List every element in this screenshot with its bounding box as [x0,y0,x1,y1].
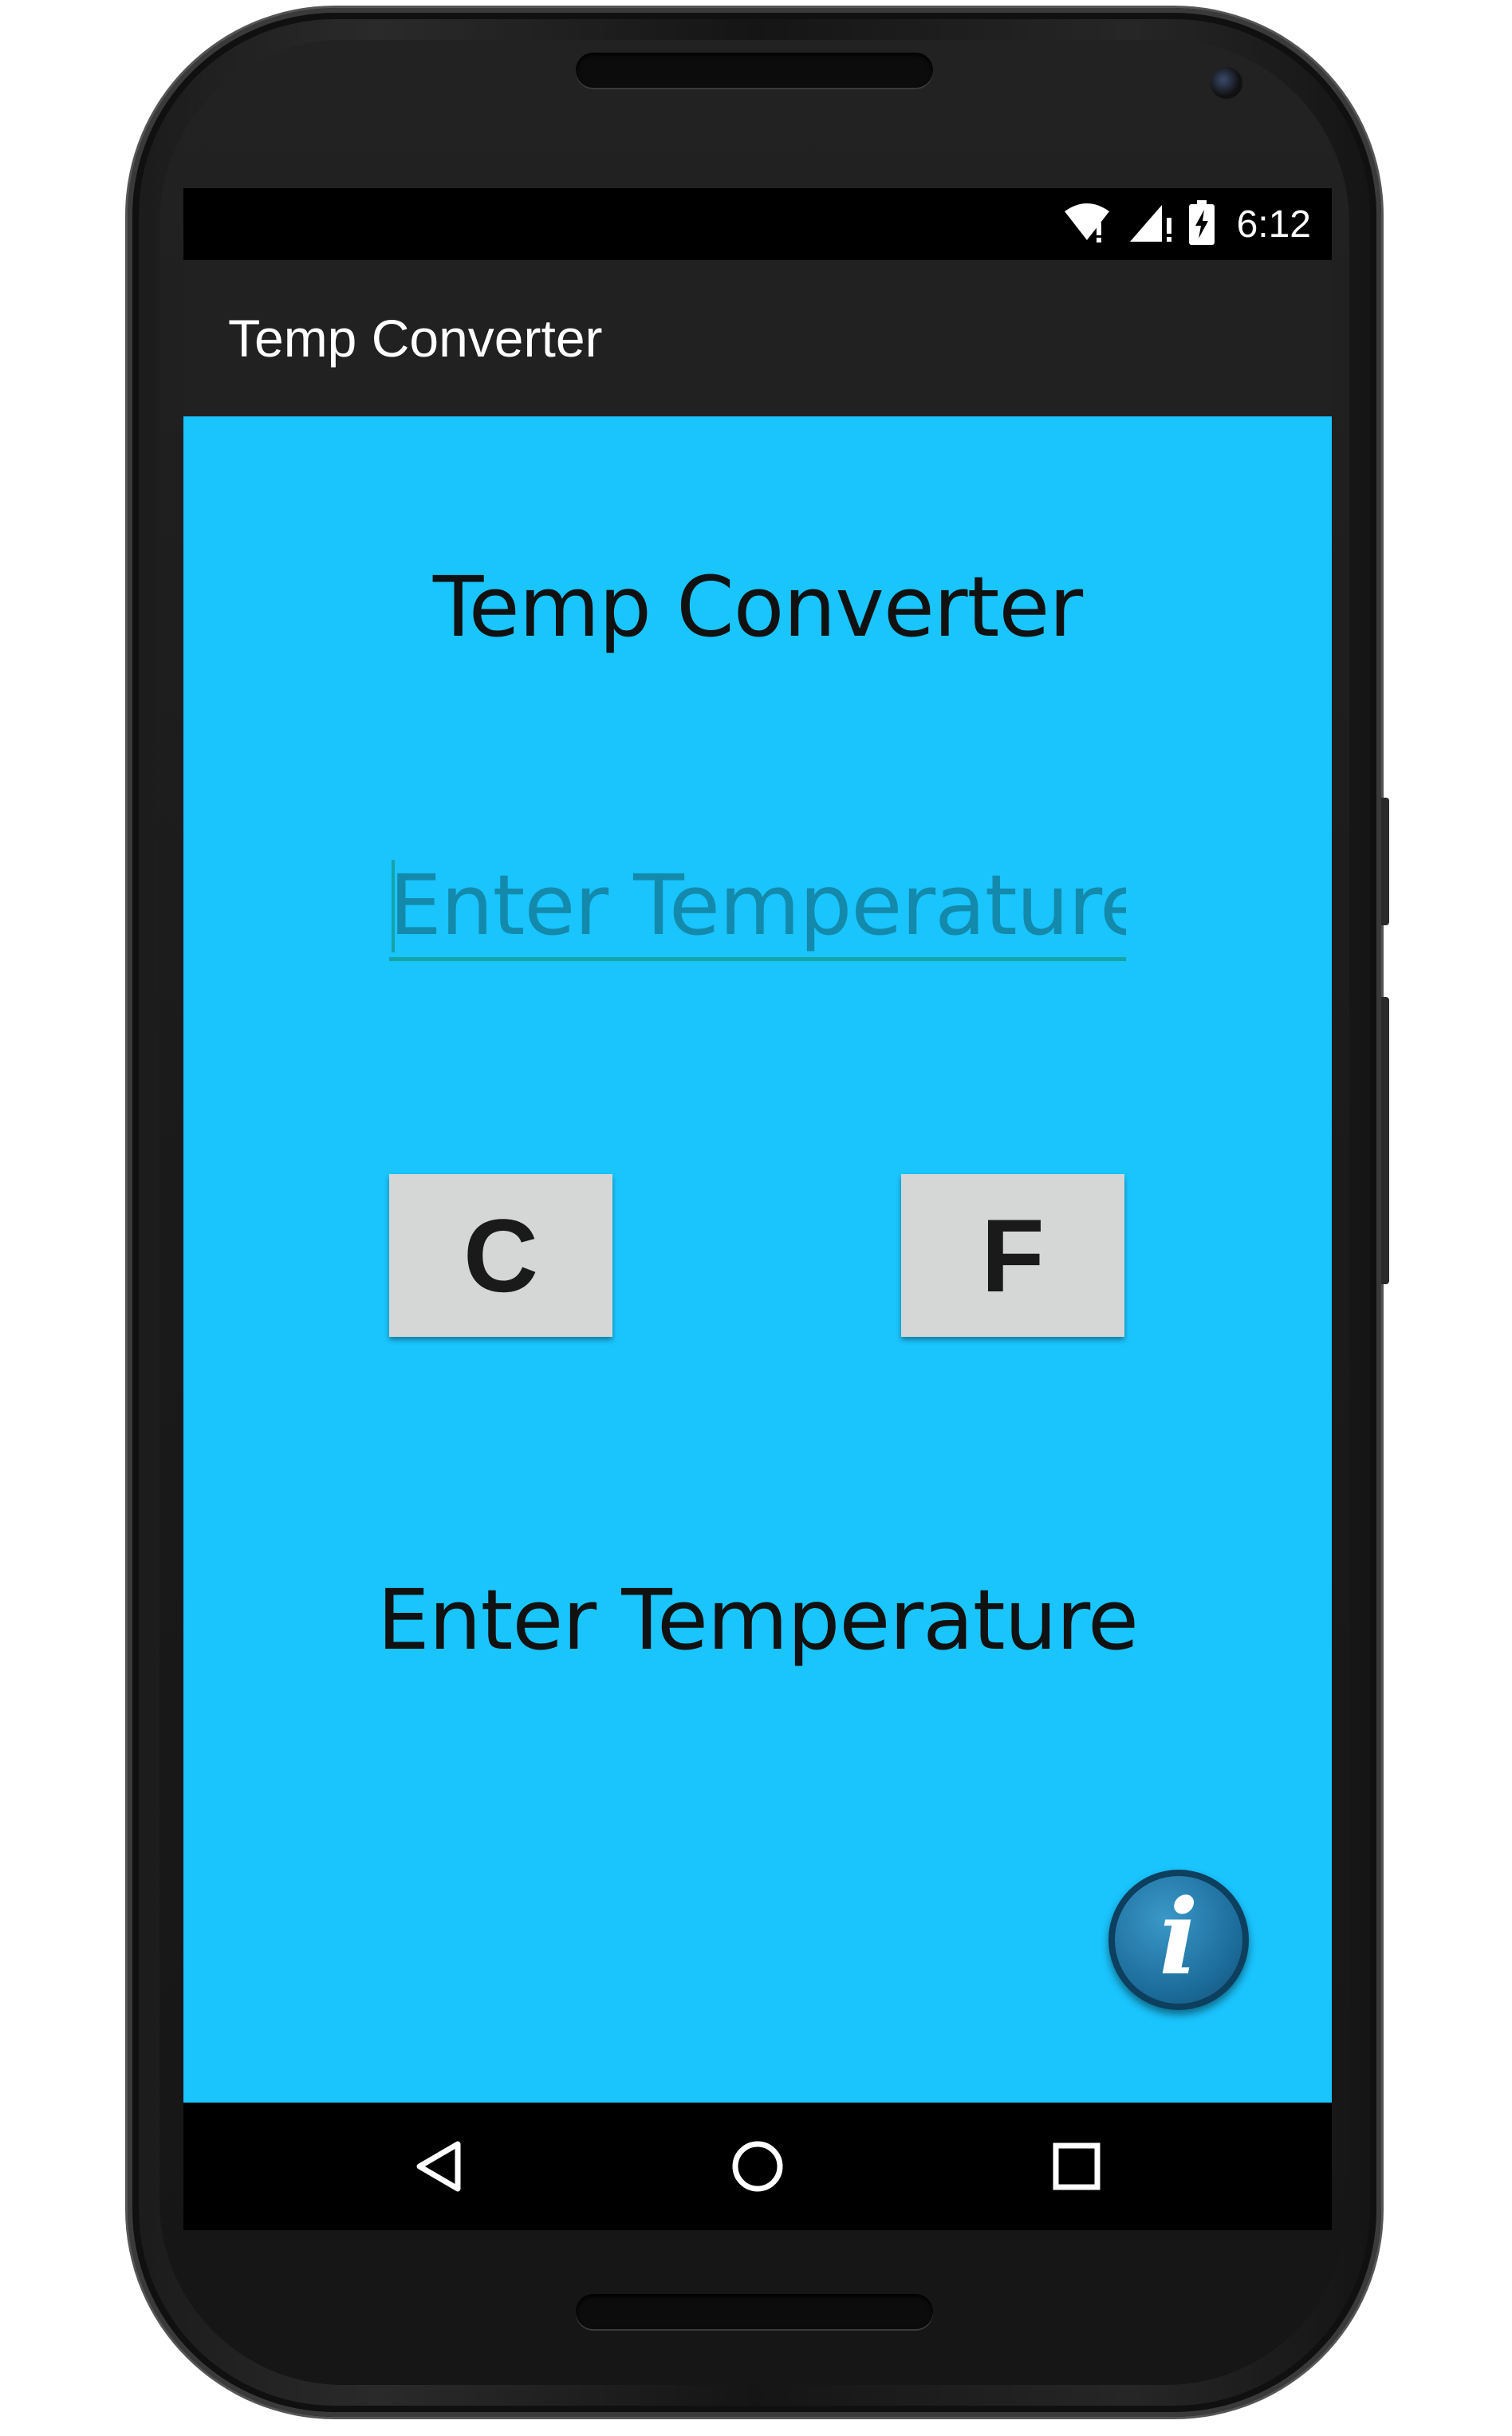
bottom-speaker [576,2294,933,2329]
device-screen: 6:12 Temp Converter Temp Converter C F E… [183,188,1332,2230]
app-title: Temp Converter [228,309,603,368]
status-bar: 6:12 [183,188,1332,260]
cell-signal-icon [1128,202,1173,246]
status-icons: 6:12 [1061,188,1311,260]
wifi-icon [1061,202,1112,246]
navigation-bar [183,2103,1332,2230]
back-icon [416,2141,461,2192]
info-button[interactable]: i [1108,1870,1249,2010]
battery-charging-icon [1188,200,1215,248]
home-icon [732,2141,783,2192]
result-text: Enter Temperature [377,1571,1139,1669]
page-heading: Temp Converter [432,558,1083,656]
home-button[interactable] [726,2134,789,2198]
status-time: 6:12 [1236,203,1311,246]
text-cursor [392,860,395,952]
back-button[interactable] [407,2134,471,2198]
action-bar: Temp Converter [183,260,1332,416]
top-speaker [576,53,933,88]
main-content: Temp Converter C F Enter Temperature i [183,416,1332,2103]
power-button [1381,798,1389,925]
volume-button [1381,997,1389,1284]
recents-button[interactable] [1045,2134,1108,2198]
recents-icon [1053,2142,1101,2190]
info-icon: i [1159,1876,1199,1998]
celsius-button[interactable]: C [389,1174,612,1337]
front-camera [1211,67,1242,99]
fahrenheit-button[interactable]: F [901,1174,1124,1337]
temperature-input[interactable] [389,853,1126,961]
